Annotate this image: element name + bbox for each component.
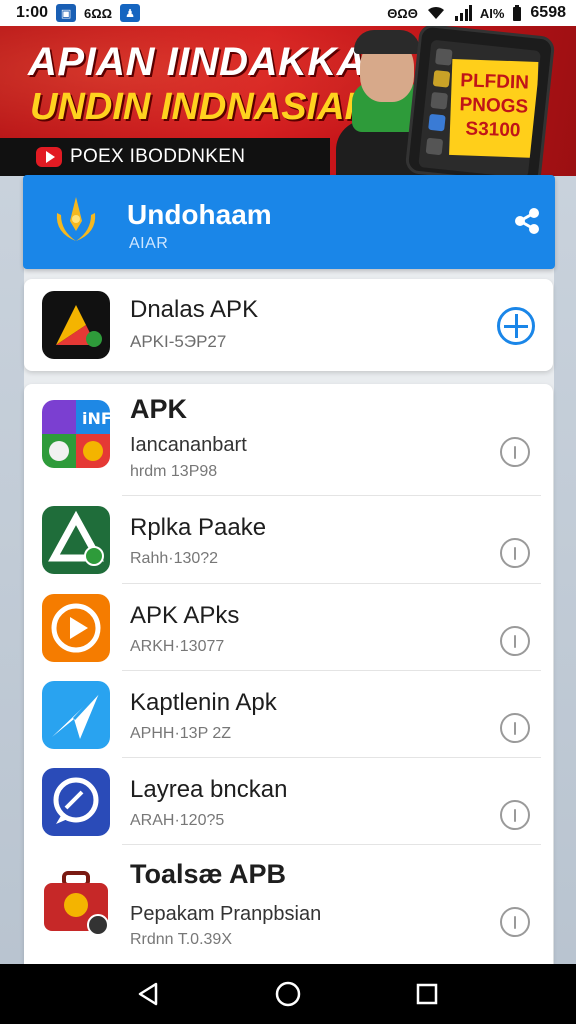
drive-triangle-icon — [42, 506, 110, 574]
game-grid-icon: iNF — [42, 400, 110, 468]
gallery-notification-icon: ▣ — [56, 4, 77, 22]
featured-app-meta: APKI-5ЭP27 — [130, 332, 227, 351]
featured-app-card[interactable]: Dnalas APK APKI-5ЭP27 — [24, 279, 553, 371]
status-small-text: ΘΩΘ — [387, 5, 418, 21]
status-carrier: 6ΩΩ — [84, 5, 113, 21]
info-icon[interactable] — [500, 626, 530, 656]
status-bar: 1:00 ▣ 6ΩΩ ♟ ΘΩΘ AI% 6598 — [0, 0, 576, 26]
featured-app-name: Dnalas APK — [130, 296, 259, 323]
list-item-name: Rplka Paake — [130, 514, 267, 541]
home-button[interactable] — [268, 974, 308, 1014]
banner-phone-image: PLFDIN PNOGS S3100 — [404, 26, 556, 176]
featured-app-icon — [42, 291, 110, 359]
list-item-meta: APHH·13P 2Z — [130, 725, 232, 742]
status-left: 1:00 ▣ 6ΩΩ ♟ — [16, 4, 141, 22]
status-signal-text: AI% — [479, 5, 505, 21]
list-item[interactable]: Toalsæ APB Pepakam Pranpbsian Rrdnn T.0.… — [24, 845, 553, 964]
list-item-name: APK APks — [130, 602, 240, 629]
price-line-3: S3100 — [465, 118, 521, 142]
header-title: Undohaam — [127, 199, 272, 230]
backdrop-left — [0, 176, 24, 964]
list-item-name: Layrea bnckan — [130, 776, 288, 803]
add-circle-icon[interactable] — [497, 307, 535, 345]
list-item-meta: Rrdnn T.0.39X — [130, 931, 232, 948]
list-item-meta: ARAH·120?5 — [130, 812, 225, 829]
recents-button[interactable] — [407, 974, 447, 1014]
backdrop-right — [554, 176, 576, 964]
banner-subheadline: UNDIN INDNASIAI — [30, 86, 356, 128]
play-logo-icon — [36, 147, 62, 167]
home-circle-icon — [275, 981, 301, 1007]
list-item-desc: Pepakam Pranpbsian — [130, 903, 322, 925]
back-button[interactable] — [129, 974, 169, 1014]
suitcase-icon — [42, 869, 110, 937]
header-subtitle: AIAR — [129, 235, 169, 252]
app-list: iNF APK Iancananbart hrdm 13P98 Rplka Pa… — [24, 384, 553, 964]
banner-channel-strip: POEX IBODDNKEN — [0, 138, 330, 176]
list-item-meta: Rahh·130?2 — [130, 550, 219, 567]
wifi-icon — [427, 6, 444, 19]
info-icon[interactable] — [500, 437, 530, 467]
list-item-meta: ARKH·13077 — [130, 638, 225, 655]
back-triangle-icon — [139, 982, 158, 1006]
status-battery-text: 6598 — [530, 4, 566, 21]
chat-bubble-icon — [42, 768, 110, 836]
info-icon[interactable] — [500, 800, 530, 830]
share-button[interactable] — [507, 201, 547, 241]
banner-price-tag: PLFDIN PNOGS S3100 — [449, 58, 539, 158]
app-header: Undohaam AIAR — [23, 175, 555, 269]
list-item[interactable]: Kaptlenin Apk APHH·13P 2Z — [24, 671, 553, 758]
send-arrow-icon — [42, 681, 110, 749]
status-time: 1:00 — [16, 4, 49, 21]
share-icon — [515, 208, 539, 234]
list-item-meta: hrdm 13P98 — [130, 463, 218, 480]
price-line-2: PNOGS — [459, 94, 529, 118]
list-item[interactable]: Rplka Paake Rahh·130?2 — [24, 496, 553, 584]
svg-text:iNF: iNF — [82, 409, 110, 428]
info-icon[interactable] — [500, 538, 530, 568]
system-nav-bar — [0, 964, 576, 1024]
battery-icon — [513, 5, 522, 21]
person-notification-icon: ♟ — [120, 4, 141, 22]
list-item-desc: Iancananbart — [130, 434, 247, 456]
price-line-1: PLFDIN — [459, 70, 530, 94]
list-item-name: Toalsæ APB — [130, 859, 287, 889]
list-item-name: Kaptlenin Apk — [130, 689, 277, 716]
info-icon[interactable] — [500, 713, 530, 743]
list-item[interactable]: iNF APK Iancananbart hrdm 13P98 — [24, 384, 553, 496]
list-item[interactable]: APK APks ARKH·13077 — [24, 584, 553, 671]
info-icon[interactable] — [500, 907, 530, 937]
recents-square-icon — [416, 983, 437, 1005]
promo-banner[interactable]: APIAN IINDAKKAIN UNDIN INDNASIAI POEX IB… — [0, 26, 576, 176]
signal-icon — [454, 5, 472, 21]
list-item[interactable]: Layrea bnckan ARAH·120?5 — [24, 758, 553, 845]
status-right: ΘΩΘ AI% 6598 — [387, 4, 566, 22]
banner-channel-name: POEX IBODDNKEN — [70, 146, 246, 167]
list-item-name: APK — [130, 394, 188, 424]
laurel-logo-icon — [47, 191, 105, 249]
play-button-icon — [42, 594, 110, 662]
